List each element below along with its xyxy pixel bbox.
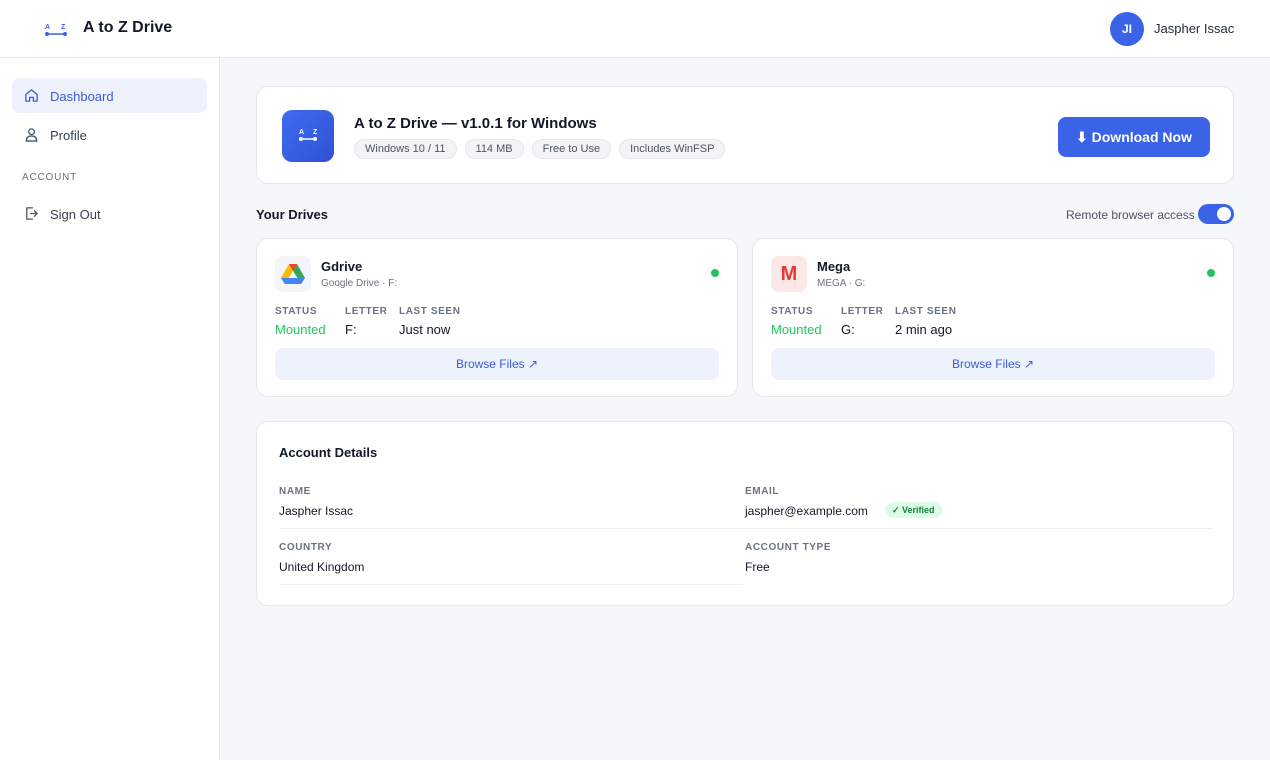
sidebar-item-sign-out[interactable]: Sign Out xyxy=(12,196,207,231)
google-drive-icon xyxy=(275,256,311,292)
last-seen-label: LAST SEEN xyxy=(895,306,957,317)
letter-value: F: xyxy=(345,322,357,337)
verified-badge: ✓ Verified xyxy=(885,502,942,518)
svg-text:Z: Z xyxy=(313,129,318,136)
sidebar-item-label: Profile xyxy=(50,128,87,143)
mega-icon: M xyxy=(771,256,807,292)
remote-access-label: Remote browser access xyxy=(1066,208,1195,222)
download-card: A Z A to Z Drive — v1.0.1 for Windows Wi… xyxy=(256,86,1234,184)
status-value: Mounted xyxy=(771,322,822,337)
letter-value: G: xyxy=(841,322,855,337)
svg-text:Z: Z xyxy=(61,24,66,31)
browse-files-button[interactable]: Browse Files ↗ xyxy=(771,348,1215,380)
tag: Windows 10 / 11 xyxy=(354,139,457,159)
remote-access-toggle[interactable] xyxy=(1198,204,1234,224)
country-label: COUNTRY xyxy=(279,542,333,553)
sidebar-item-label: Sign Out xyxy=(50,207,101,222)
last-seen-value: Just now xyxy=(399,322,451,337)
browse-files-button[interactable]: Browse Files ↗ xyxy=(275,348,719,380)
sidebar: Dashboard Profile ACCOUNT Sign Out xyxy=(0,58,220,760)
sidebar-item-profile[interactable]: Profile xyxy=(12,117,207,152)
drive-card-mega: M Mega MEGA · G: STATUS LETTER LAST SEEN… xyxy=(752,238,1234,397)
app-logo-icon: A Z xyxy=(45,24,67,36)
sign-out-icon xyxy=(26,207,38,220)
download-now-button[interactable]: ⬇ Download Now xyxy=(1058,117,1210,157)
name-label: NAME xyxy=(279,486,311,497)
drive-subtitle: MEGA · G: xyxy=(817,278,866,289)
download-tags: Windows 10 / 11 114 MB Free to Use Inclu… xyxy=(354,139,726,159)
sidebar-item-dashboard[interactable]: Dashboard xyxy=(12,78,207,113)
status-label: STATUS xyxy=(771,306,814,317)
tag: Includes WinFSP xyxy=(619,139,726,159)
drives-section-title: Your Drives xyxy=(256,207,329,222)
last-seen-label: LAST SEEN xyxy=(399,306,461,317)
user-name[interactable]: Jaspher Issac xyxy=(1154,21,1234,36)
email-label: EMAIL xyxy=(745,486,780,497)
account-details-card: Account Details NAME Jaspher Issac EMAIL… xyxy=(256,421,1234,606)
status-label: STATUS xyxy=(275,306,318,317)
svg-text:A: A xyxy=(45,24,50,31)
account-type-value: Free xyxy=(745,560,770,574)
name-value: Jaspher Issac xyxy=(279,504,354,518)
home-icon xyxy=(25,89,38,102)
divider xyxy=(279,584,743,585)
email-value: jaspher@example.com xyxy=(745,504,868,518)
last-seen-value: 2 min ago xyxy=(895,322,953,337)
drive-name: Mega xyxy=(817,259,851,274)
sidebar-section-label: ACCOUNT xyxy=(22,172,78,183)
divider xyxy=(279,528,1213,529)
account-details-title: Account Details xyxy=(279,445,378,460)
user-icon xyxy=(25,128,38,142)
app-logo-icon: A Z xyxy=(282,110,334,162)
letter-label: LETTER xyxy=(841,306,884,317)
mega-logo-letter: M xyxy=(780,263,798,285)
online-status-dot xyxy=(711,269,719,277)
country-value: United Kingdom xyxy=(279,560,365,574)
download-title: A to Z Drive — v1.0.1 for Windows xyxy=(354,115,597,132)
svg-text:A: A xyxy=(299,129,304,136)
account-type-label: ACCOUNT TYPE xyxy=(745,542,832,553)
sidebar-item-label: Dashboard xyxy=(50,89,114,104)
status-value: Mounted xyxy=(275,322,326,337)
online-status-dot xyxy=(1207,269,1215,277)
tag: Free to Use xyxy=(531,139,612,159)
user-avatar[interactable]: JI xyxy=(1110,12,1144,46)
toggle-knob xyxy=(1217,207,1231,221)
letter-label: LETTER xyxy=(345,306,388,317)
drive-subtitle: Google Drive · F: xyxy=(321,278,398,289)
tag: 114 MB xyxy=(464,139,524,159)
drive-card-gdrive: Gdrive Google Drive · F: STATUS LETTER L… xyxy=(256,238,738,397)
app-title: A to Z Drive xyxy=(83,19,173,36)
top-bar: A Z A to Z Drive JI Jaspher Issac xyxy=(0,0,1270,58)
drive-name: Gdrive xyxy=(321,259,363,274)
